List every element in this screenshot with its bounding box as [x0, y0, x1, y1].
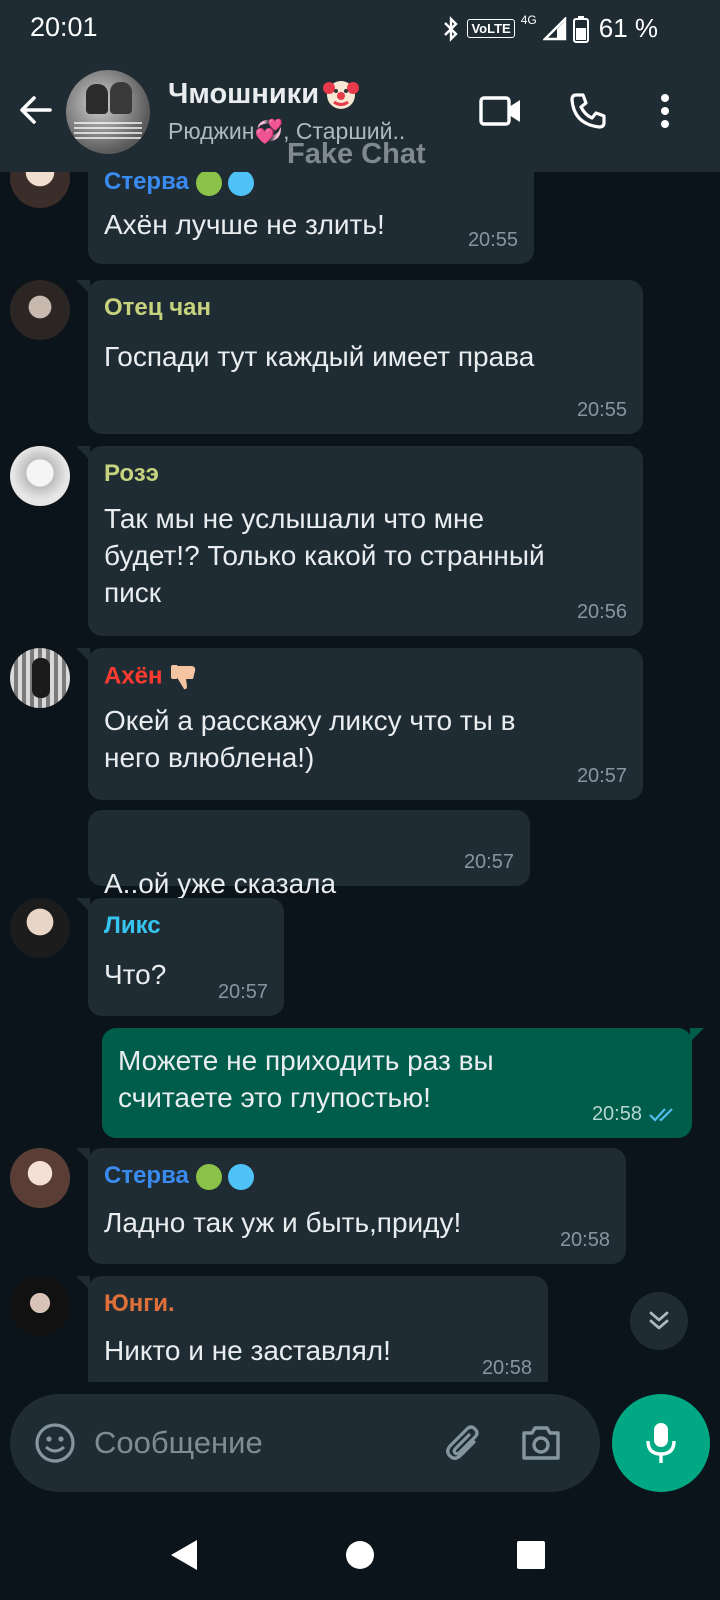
- message-time: 20:55: [467, 229, 518, 251]
- message-text: Госпади тут каждый имеет права: [104, 341, 535, 372]
- status-icons: VoLTE 4G 61 %: [441, 13, 658, 44]
- camera-button[interactable]: [518, 1420, 564, 1466]
- status-bar: 20:01 VoLTE 4G 61 %: [0, 0, 720, 54]
- video-call-button[interactable]: [476, 86, 526, 136]
- message-bubble-outgoing[interactable]: Можете не приходить раз вы считаете это …: [102, 1028, 704, 1138]
- phone-icon: [570, 93, 606, 129]
- avatar[interactable]: [10, 1148, 70, 1208]
- nav-back-button[interactable]: [162, 1532, 208, 1578]
- nauseated-emoji-icon: [195, 1163, 222, 1190]
- more-options-button[interactable]: [650, 86, 680, 136]
- message-sender: Стерва: [104, 1162, 255, 1190]
- video-call-icon: [479, 96, 520, 126]
- message-time: 20:58: [559, 1229, 610, 1251]
- watermark: Fake Chat: [287, 138, 426, 170]
- message-bubble[interactable]: Стерва Ладно так уж и быть,приду! 20:58: [76, 1148, 626, 1264]
- message-time: 20:57: [463, 851, 514, 873]
- thumbs-down-emoji-icon: [171, 665, 196, 690]
- message-sender: Розэ: [104, 460, 159, 487]
- avatar[interactable]: [10, 1276, 70, 1336]
- nav-recents-button[interactable]: [508, 1532, 554, 1578]
- voice-message-button[interactable]: [612, 1394, 710, 1492]
- emoji-button[interactable]: [34, 1422, 76, 1464]
- message-bubble[interactable]: Юнги. Никто и не заставлял! 20:58: [76, 1276, 548, 1382]
- message-text: Так мы не услышали что мне будет!? Тольк…: [104, 503, 545, 608]
- cold-face-emoji-icon: [228, 1163, 255, 1190]
- message-sender: Юнги.: [104, 1290, 175, 1317]
- signal-icon: [542, 16, 566, 40]
- chat-area[interactable]: Стерва Ахён лучше не злить! 20:55 Отец ч…: [0, 172, 720, 1382]
- attach-button[interactable]: [442, 1420, 488, 1466]
- message-time: 20:56: [576, 601, 627, 623]
- mic-icon: [646, 1423, 676, 1463]
- scroll-down-button[interactable]: [630, 1292, 688, 1350]
- attach-icon: [446, 1425, 479, 1460]
- message-text: Ладно так уж и быть,приду!: [104, 1207, 462, 1238]
- message-input-bar: [10, 1394, 600, 1492]
- system-nav-bar: [0, 1510, 720, 1600]
- message-bubble[interactable]: Стерва Ахён лучше не злить! 20:55: [88, 172, 534, 264]
- cold-face-emoji-icon: [228, 172, 255, 196]
- battery-icon: [572, 15, 589, 43]
- message-text: Можете не приходить раз вы считаете это …: [118, 1045, 494, 1113]
- back-button[interactable]: [14, 88, 58, 132]
- message-bubble[interactable]: Ахён Окей а расскажу ликсу что ты в него…: [76, 648, 643, 800]
- scroll-down-icon: [649, 1311, 669, 1330]
- nav-home-icon: [346, 1541, 374, 1569]
- group-avatar[interactable]: [66, 70, 150, 154]
- message-sender: Ахён: [104, 662, 199, 692]
- voice-call-button[interactable]: [563, 86, 613, 136]
- message-sender: Отец чан: [104, 294, 211, 321]
- avatar[interactable]: [10, 648, 70, 708]
- avatar[interactable]: [10, 280, 70, 340]
- chat-title[interactable]: Чмошники: [168, 76, 360, 112]
- nav-home-button[interactable]: [337, 1532, 383, 1578]
- camera-icon: [522, 1426, 560, 1460]
- read-ticks-icon: [649, 1108, 673, 1122]
- avatar[interactable]: [10, 898, 70, 958]
- message-bubble[interactable]: Отец чан Госпади тут каждый имеет права …: [76, 280, 643, 434]
- message-bubble[interactable]: Ликс Что? 20:57: [76, 898, 284, 1016]
- avatar[interactable]: [10, 172, 70, 208]
- message-text: Никто и не заставлял!: [104, 1335, 391, 1366]
- message-text: Окей а расскажу ликсу что ты в него влюб…: [104, 705, 516, 773]
- nav-back-icon: [171, 1540, 197, 1570]
- message-input[interactable]: [94, 1418, 414, 1468]
- message-bubble[interactable]: Розэ Так мы не услышали что мне будет!? …: [76, 446, 643, 636]
- more-vert-icon: [661, 94, 669, 128]
- message-time: 20:57: [217, 981, 268, 1003]
- nauseated-emoji-icon: [195, 172, 222, 196]
- chat-header: Чмошники Рюджин💞, Старший.. Fake Chat: [0, 54, 720, 172]
- chat-title-text: Чмошники: [168, 77, 320, 110]
- message-time: 20:58: [481, 1357, 532, 1379]
- emoji-icon: [35, 1423, 75, 1463]
- battery-percent: 61 %: [598, 13, 658, 43]
- message-sender: Ликс: [104, 912, 161, 939]
- status-time: 20:01: [30, 12, 98, 42]
- bluetooth-icon: [444, 15, 459, 42]
- message-time: 20:57: [576, 765, 627, 787]
- network-type: 4G: [520, 13, 537, 27]
- message-sender: Стерва: [104, 172, 255, 196]
- avatar[interactable]: [10, 446, 70, 506]
- message-time: 20:58: [591, 1103, 642, 1125]
- message-bubble[interactable]: А..ой уже сказала 20:57: [88, 810, 530, 940]
- message-text: Ахён лучше не злить!: [104, 209, 385, 240]
- message-text: Что?: [104, 959, 167, 990]
- clown-emoji-icon: [323, 81, 360, 109]
- message-time: 20:55: [576, 399, 627, 421]
- nav-recents-icon: [517, 1541, 545, 1569]
- back-arrow-icon: [20, 96, 52, 124]
- volte-badge: VoLTE: [467, 19, 515, 38]
